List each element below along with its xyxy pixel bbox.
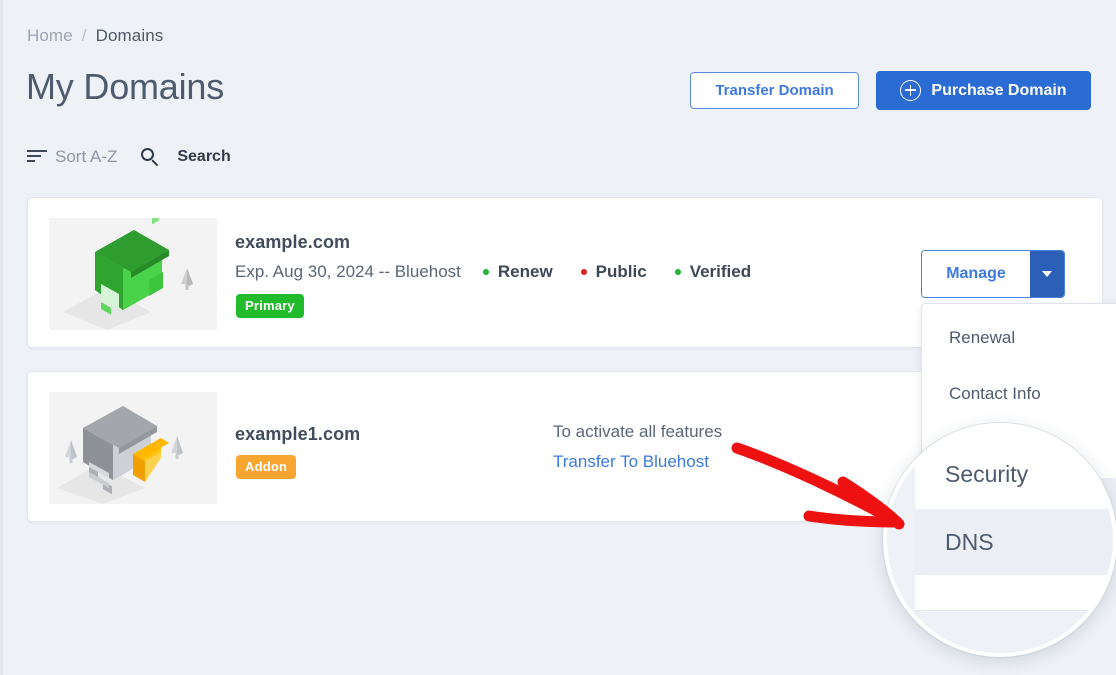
status-renew: Renew	[483, 262, 553, 282]
menu-item-contact-info[interactable]: Contact Info	[922, 366, 1116, 422]
domain-name: example1.com	[235, 424, 360, 445]
manage-button-label: Manage	[946, 265, 1006, 283]
magnified-dns-label: DNS	[945, 529, 994, 556]
breadcrumb-home[interactable]: Home	[27, 26, 73, 46]
grey-house-illustration	[49, 392, 217, 504]
domain-expiry: Exp. Aug 30, 2024 -- Bluehost	[235, 262, 461, 282]
status-public-label: Public	[596, 262, 647, 282]
magnified-menu-item-security[interactable]: Security	[915, 441, 1116, 507]
domain-meta-row: Exp. Aug 30, 2024 -- Bluehost Renew Publ…	[235, 262, 751, 282]
purchase-domain-label: Purchase Domain	[931, 82, 1066, 100]
status-public: Public	[581, 262, 647, 282]
sort-lines-icon[interactable]	[27, 150, 47, 164]
magnified-security-label: Security	[945, 461, 1028, 488]
domain-name: example.com	[235, 232, 350, 253]
list-toolbar: Sort A-Z Search	[27, 147, 231, 167]
sort-button-label[interactable]: Sort A-Z	[55, 147, 117, 167]
menu-item-renewal-label: Renewal	[949, 328, 1015, 348]
search-button-label[interactable]: Search	[177, 148, 230, 166]
magnified-menu-item-dns[interactable]: DNS	[915, 509, 1116, 575]
magnifier-icon[interactable]	[141, 148, 160, 167]
activate-features-text: To activate all features	[553, 422, 722, 442]
transfer-domain-label: Transfer Domain	[715, 82, 833, 99]
transfer-to-bluehost-link[interactable]: Transfer To Bluehost	[553, 452, 722, 472]
status-verified: Verified	[675, 262, 751, 282]
plus-circle-icon	[900, 80, 921, 101]
status-verified-label: Verified	[690, 262, 751, 282]
status-badge-addon: Addon	[236, 455, 296, 479]
breadcrumb-separator: /	[82, 26, 87, 46]
chevron-down-icon	[1042, 271, 1052, 277]
menu-item-contact-info-label: Contact Info	[949, 384, 1041, 404]
domains-page: Home / Domains My Domains Transfer Domai…	[0, 0, 1116, 675]
breadcrumb-current: Domains	[96, 26, 164, 46]
status-renew-label: Renew	[498, 262, 553, 282]
page-title: My Domains	[26, 66, 224, 108]
menu-item-renewal[interactable]: Renewal	[922, 310, 1116, 366]
manage-button[interactable]: Manage	[922, 251, 1030, 297]
purchase-domain-button[interactable]: Purchase Domain	[876, 71, 1091, 110]
green-house-illustration	[49, 218, 217, 330]
manage-split-button: Manage	[921, 250, 1065, 298]
activate-features-block: To activate all features Transfer To Blu…	[553, 422, 722, 472]
breadcrumb: Home / Domains	[27, 26, 163, 46]
status-badge-primary: Primary	[236, 294, 304, 318]
magnifier-callout: Security DNS	[883, 423, 1116, 657]
manage-dropdown-toggle[interactable]	[1030, 251, 1064, 297]
transfer-domain-button[interactable]: Transfer Domain	[690, 72, 859, 109]
